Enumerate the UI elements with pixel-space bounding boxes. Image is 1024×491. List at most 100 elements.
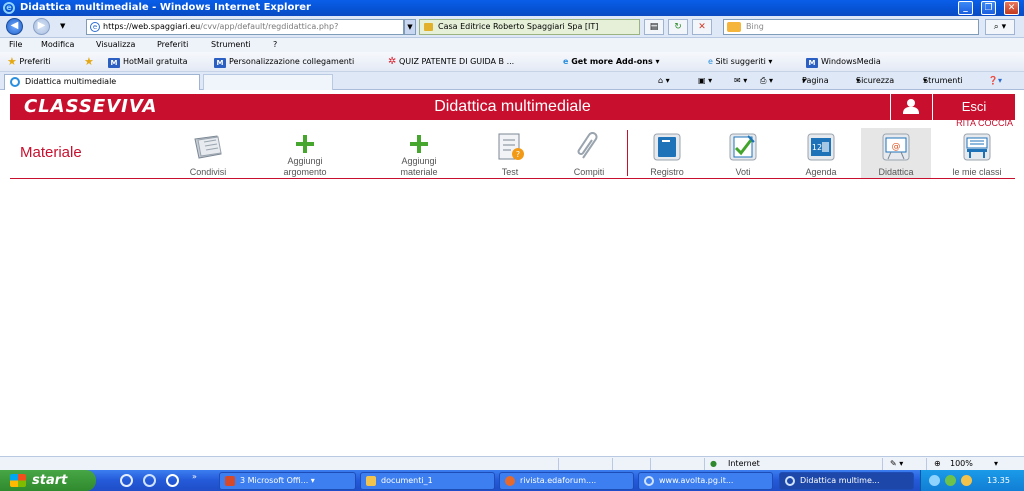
folder-icon	[366, 476, 376, 486]
user-button[interactable]	[890, 94, 932, 120]
tool-aggiungi-materiale[interactable]: Aggiungi materiale	[384, 128, 454, 178]
menu-bar: File Modifica Visualizza Preferiti Strum…	[0, 38, 1024, 52]
ie-quicklaunch-icon[interactable]	[143, 474, 156, 487]
internet-zone-icon: ●	[710, 459, 717, 468]
security-certificate[interactable]: Casa Editrice Roberto Spaggiari Spa [IT]	[419, 19, 640, 35]
task-microsoft-office[interactable]: 3 Microsoft Offi... ▾	[219, 472, 356, 490]
search-input[interactable]: Bing	[723, 19, 979, 35]
address-input[interactable]: e https://web.spaggiari.eu/cvv/app/defau…	[86, 19, 404, 35]
windows-flag-icon	[10, 474, 26, 487]
cmd-sicurezza[interactable]: Sicurezza ▾	[856, 72, 894, 90]
volume-icon[interactable]	[961, 475, 972, 486]
logout-button[interactable]: Esci	[932, 94, 1015, 120]
nav-le-mie-classi[interactable]: le mie classi	[939, 128, 1015, 178]
nav-voti[interactable]: Voti	[715, 128, 771, 178]
minimize-button[interactable]: _	[958, 1, 973, 15]
network-icon[interactable]	[929, 475, 940, 486]
feeds-icon[interactable]: ▣ ▾	[698, 72, 712, 90]
start-button[interactable]: start	[0, 470, 96, 491]
menu-file[interactable]: File	[9, 38, 22, 52]
ie-tab-icon	[10, 77, 20, 87]
protected-mode-icon[interactable]: ✎ ▾	[890, 457, 903, 470]
quiz-icon: ✲	[388, 56, 397, 67]
user-name: RITA COCCIA	[956, 118, 1013, 128]
mail-icon[interactable]: ✉ ▾	[734, 72, 747, 90]
shared-notebook-icon	[194, 135, 222, 159]
task-didattica[interactable]: Didattica multime...	[779, 472, 914, 490]
home-icon[interactable]: ⌂ ▾	[658, 72, 670, 90]
menu-help[interactable]: ?	[273, 38, 277, 52]
svg-text:?: ?	[516, 150, 520, 159]
svg-text:@: @	[892, 142, 901, 152]
fav-siti-suggeriti[interactable]: e Siti suggeriti ▾	[708, 52, 772, 72]
fav-hotmail[interactable]: M HotMail gratuita	[108, 52, 188, 72]
zoom-level[interactable]: 100%	[950, 457, 973, 470]
security-zone: Internet	[728, 459, 760, 468]
ie-icon: e	[563, 57, 569, 66]
cmd-strumenti[interactable]: Strumenti ▾	[923, 72, 963, 90]
stop-button[interactable]: ✕	[692, 19, 712, 35]
tool-test[interactable]: ? Test	[482, 128, 538, 178]
history-dropdown-icon[interactable]: ▼	[60, 22, 65, 30]
nav-registro[interactable]: Registro	[637, 128, 697, 178]
fav-personalizzazione[interactable]: M Personalizzazione collegamenti	[214, 52, 354, 72]
tool-compiti[interactable]: Compiti	[560, 128, 618, 178]
menu-strumenti[interactable]: Strumenti	[211, 38, 251, 52]
menu-modifica[interactable]: Modifica	[41, 38, 74, 52]
antivirus-icon[interactable]	[945, 475, 956, 486]
certificate-label: Casa Editrice Roberto Spaggiari Spa [IT]	[438, 22, 599, 31]
menu-preferiti[interactable]: Preferiti	[157, 38, 188, 52]
user-icon	[907, 99, 915, 107]
print-icon[interactable]: ⎙ ▾	[760, 72, 773, 90]
search-button[interactable]: ⌕ ▾	[985, 19, 1015, 35]
new-tab-button[interactable]	[203, 74, 333, 90]
compatibility-view-button[interactable]: ▤	[644, 19, 664, 35]
desktop-icon[interactable]	[120, 474, 133, 487]
back-button[interactable]: ◀	[6, 18, 23, 35]
url-domain: https://web.spaggiari.eu	[103, 22, 201, 31]
star-icon: ★	[7, 55, 17, 68]
media-player-icon[interactable]	[166, 474, 179, 487]
msn-icon: M	[108, 58, 120, 68]
nav-agenda[interactable]: 12 Agenda	[791, 128, 851, 178]
refresh-button[interactable]: ↻	[668, 19, 688, 35]
tool-condivisi[interactable]: Condivisi	[178, 128, 238, 178]
address-toolbar: ◀ ▶ ▼ e https://web.spaggiari.eu/cvv/app…	[0, 16, 1024, 38]
search-placeholder: Bing	[746, 22, 764, 31]
fav-addons[interactable]: e Get more Add-ons ▾	[563, 52, 660, 72]
favorites-bar: ★ Preferiti ★ M HotMail gratuita M Persona…	[0, 52, 1024, 72]
fav-quiz-patente[interactable]: ✲ QUIZ PATENTE DI GUIDA B ...	[388, 52, 514, 72]
task-avolta[interactable]: www.avolta.pg.it...	[638, 472, 773, 490]
address-dropdown-button[interactable]: ▼	[404, 19, 416, 35]
browser-window: e Didattica multimediale - Windows Inter…	[0, 0, 1024, 491]
status-bar: ● Internet ✎ ▾ ⊕ 100% ▾	[0, 456, 1024, 470]
add-icon	[409, 134, 429, 154]
classroom-desk-icon	[963, 133, 991, 161]
favorites-button[interactable]: ★ Preferiti	[7, 52, 51, 72]
tab-didattica[interactable]: Didattica multimediale	[4, 74, 200, 90]
cmd-pagina[interactable]: Pagina ▾	[802, 72, 829, 90]
page-title: Didattica multimediale	[434, 98, 591, 115]
zoom-icon[interactable]: ⊕	[934, 457, 941, 470]
restore-button[interactable]: ❐	[981, 1, 996, 15]
forward-button[interactable]: ▶	[33, 18, 50, 35]
add-icon	[295, 134, 315, 154]
ie-icon	[785, 476, 795, 486]
help-icon[interactable]: ❓▾	[988, 72, 1002, 90]
ie-logo-icon: e	[3, 2, 15, 14]
task-rivista[interactable]: rivista.edaforum....	[499, 472, 634, 490]
nav-didattica[interactable]: @ Didattica	[861, 128, 931, 178]
close-button[interactable]: ✕	[1004, 1, 1019, 15]
title-bar: e Didattica multimediale - Windows Inter…	[0, 0, 1024, 16]
clock[interactable]: 13.35	[987, 470, 1010, 491]
zoom-dropdown-icon[interactable]: ▾	[994, 457, 998, 470]
msn-icon: M	[806, 58, 818, 68]
bing-icon	[727, 22, 741, 32]
quicklaunch-more-icon[interactable]: »	[192, 472, 197, 481]
tool-aggiungi-argomento[interactable]: Aggiungi argomento	[270, 128, 340, 178]
toolbar: Materiale Condivisi Aggiungi argomento A…	[10, 128, 1015, 179]
fav-windowsmedia[interactable]: M WindowsMedia	[806, 52, 881, 72]
add-favorite-icon[interactable]: ★	[84, 52, 94, 72]
menu-visualizza[interactable]: Visualizza	[96, 38, 135, 52]
task-documenti[interactable]: documenti_1	[360, 472, 495, 490]
